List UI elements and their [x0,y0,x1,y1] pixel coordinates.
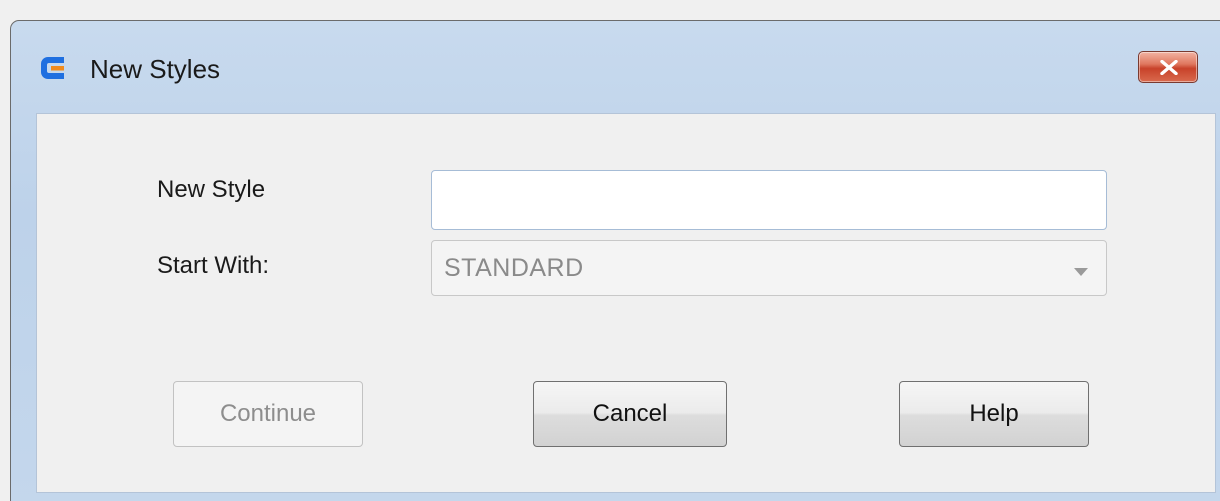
chevron-down-icon [1074,263,1088,281]
close-button[interactable] [1138,51,1198,83]
continue-button[interactable]: Continue [173,381,363,447]
dialog-body: New Style Start With: STANDARD Continue … [36,113,1216,493]
title-bar[interactable]: New Styles [11,21,1220,113]
screen: New Styles New Style Start With: STANDAR… [0,0,1220,501]
new-style-label: New Style [157,176,266,203]
new-style-input[interactable] [431,170,1107,230]
app-logo-icon [38,53,68,83]
close-x-icon [1160,60,1178,75]
cancel-button[interactable]: Cancel [533,381,727,447]
new-styles-dialog: New Styles New Style Start With: STANDAR… [10,20,1220,501]
start-with-dropdown[interactable]: STANDARD [431,240,1107,296]
start-with-selected-value: STANDARD [444,254,584,282]
help-button[interactable]: Help [899,381,1089,447]
window-title: New Styles [90,54,221,84]
start-with-label: Start With: [157,252,270,279]
